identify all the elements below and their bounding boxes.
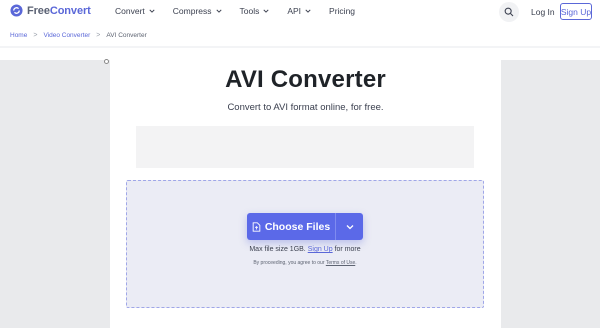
breadcrumb-separator: > xyxy=(96,32,101,39)
breadcrumb: Home > Video Converter > AVI Converter xyxy=(10,32,147,39)
nav-tools[interactable]: Tools xyxy=(240,6,270,16)
breadcrumb-separator: > xyxy=(33,32,38,39)
max-size-suffix: for more xyxy=(334,246,361,253)
file-upload-icon xyxy=(252,221,261,232)
nav-pricing[interactable]: Pricing xyxy=(329,6,355,16)
search-icon xyxy=(504,7,514,17)
choose-files-button[interactable]: Choose Files xyxy=(247,213,335,240)
page-subtitle: Convert to AVI format online, for free. xyxy=(227,102,384,113)
logo-icon xyxy=(10,4,23,17)
signup-link[interactable]: Sign Up xyxy=(308,246,333,253)
page-title: AVI Converter xyxy=(225,66,386,93)
breadcrumb-home[interactable]: Home xyxy=(10,32,27,39)
chevron-down-icon xyxy=(215,9,222,13)
max-file-size-note: Max file size 1GB. Sign Up for more xyxy=(126,246,484,253)
chevron-down-icon xyxy=(346,224,353,229)
nav-label: API xyxy=(287,6,302,16)
login-link[interactable]: Log In xyxy=(531,7,555,17)
terms-text: By proceeding, you agree to our xyxy=(253,260,325,266)
chevron-down-icon xyxy=(305,9,311,13)
breadcrumb-current: AVI Converter xyxy=(106,32,147,39)
nav-compress[interactable]: Compress xyxy=(173,6,222,16)
right-ad-area xyxy=(501,60,600,328)
freeconvert-logo[interactable]: FreeConvert xyxy=(10,4,91,17)
logo-text: FreeConvert xyxy=(27,4,91,17)
nav-convert[interactable]: Convert xyxy=(115,6,155,16)
chevron-down-icon xyxy=(149,9,155,13)
terms-note: By proceeding, you agree to our Terms of… xyxy=(126,260,484,266)
nav-label: Compress xyxy=(172,6,212,16)
max-size-text: Max file size 1GB. xyxy=(249,246,306,253)
choose-files-group: Choose Files xyxy=(247,213,363,240)
file-dropzone[interactable] xyxy=(126,180,484,308)
terms-of-use-link[interactable]: Terms of Use xyxy=(326,260,355,266)
left-ad-area xyxy=(0,60,110,328)
ad-banner xyxy=(136,126,474,168)
nav-label: Convert xyxy=(115,6,145,16)
signup-button[interactable]: Sign Up xyxy=(560,3,592,20)
chevron-down-icon xyxy=(263,9,269,13)
terms-period: . xyxy=(355,260,357,266)
header-divider xyxy=(0,46,600,48)
search-button[interactable] xyxy=(499,2,519,22)
ad-info-icon[interactable] xyxy=(104,59,109,64)
top-header: FreeConvert Convert Compress Tools API P… xyxy=(0,0,600,24)
main-nav: Convert Compress Tools API Pricing xyxy=(115,6,373,16)
nav-api[interactable]: API xyxy=(287,6,311,16)
nav-label: Pricing xyxy=(329,6,356,16)
breadcrumb-video-converter[interactable]: Video Converter xyxy=(43,32,90,39)
nav-label: Tools xyxy=(239,6,260,16)
upload-source-dropdown[interactable] xyxy=(335,213,363,240)
choose-files-label: Choose Files xyxy=(264,220,331,233)
